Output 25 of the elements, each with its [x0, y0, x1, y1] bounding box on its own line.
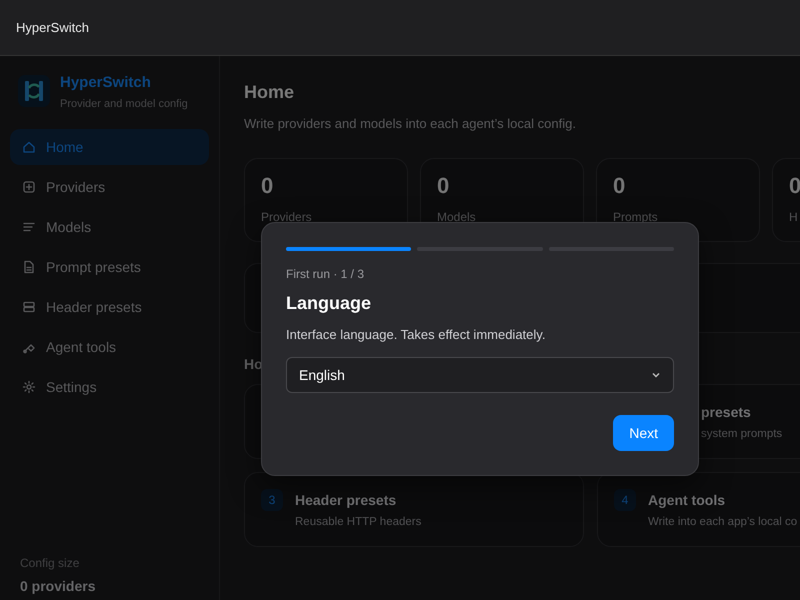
- card-description: Reusable HTTP headers: [295, 516, 422, 528]
- stat-label: H: [789, 210, 799, 224]
- card-title: presets: [701, 404, 752, 420]
- stat-value: 0: [261, 173, 274, 199]
- stat-value: 0: [437, 173, 450, 199]
- page-subtitle: Write providers and models into each agent’s local config.: [244, 116, 577, 131]
- dialog-description: Interface language. Takes effect immediately.: [286, 327, 546, 342]
- stat-label: Prompts: [613, 210, 659, 224]
- stat-label: Models: [437, 210, 477, 224]
- card-title: Header presets: [295, 492, 398, 508]
- card-description: system prompts: [701, 428, 782, 440]
- brand-subtitle: Provider and model config: [60, 98, 188, 110]
- step-number: 3: [261, 489, 283, 511]
- step-number: 4: [614, 489, 636, 511]
- config-size-value: 0 providers: [20, 578, 96, 594]
- window-title: HyperSwitch: [16, 20, 89, 35]
- step-counter: First run · 1 / 3: [286, 267, 366, 281]
- page-title: Home: [244, 82, 296, 103]
- stat-value: 0: [789, 173, 800, 199]
- dialog-title: Language: [286, 293, 372, 314]
- stat-label: Providers: [261, 210, 313, 224]
- brand-name: HyperSwitch: [60, 74, 152, 92]
- stat-value: 0: [613, 173, 626, 199]
- card-title: Agent tools: [648, 492, 726, 508]
- card-description: Write into each app’s local co: [648, 516, 798, 528]
